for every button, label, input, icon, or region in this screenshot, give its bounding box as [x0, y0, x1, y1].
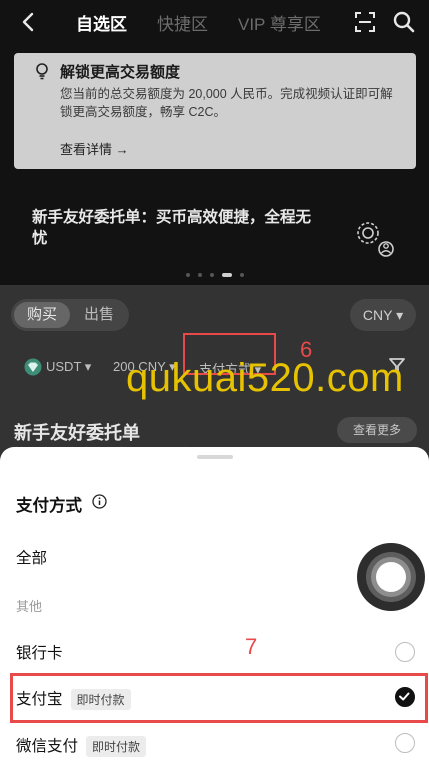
carousel-dot: [198, 272, 202, 277]
tab-favorites[interactable]: 自选区: [76, 10, 127, 35]
option-wechat-pay[interactable]: 微信支付 即时付款: [16, 734, 147, 758]
option-bank-card[interactable]: 银行卡: [16, 641, 63, 663]
radio-wechat-pay[interactable]: [395, 733, 415, 753]
option-all[interactable]: 全部: [16, 546, 47, 568]
notice-title: 解锁更高交易额度: [60, 64, 181, 81]
currency-select[interactable]: CNY ▾: [350, 299, 416, 331]
step-label-7: 7: [245, 634, 258, 659]
gears-illustration-icon: [357, 222, 394, 257]
promo-banner-text[interactable]: 新手友好委托单：买币高效便捷，全程无忧: [32, 207, 312, 249]
top-nav: 自选区 快捷区 VIP 尊享区: [0, 0, 429, 46]
entrust-title: 新手友好委托单: [14, 423, 140, 443]
info-icon[interactable]: [92, 494, 107, 509]
search-icon[interactable]: [392, 10, 416, 34]
radio-bank-card[interactable]: [395, 642, 415, 662]
carousel-dots: [186, 266, 252, 284]
carousel-dot-active: [222, 272, 232, 277]
option-bank-card-label: 银行卡: [16, 645, 63, 662]
highlight-box-alipay: [10, 673, 428, 723]
back-arrow-icon[interactable]: [18, 10, 40, 34]
carousel-dot: [240, 272, 244, 277]
option-wechat-pay-label: 微信支付: [16, 738, 79, 755]
currency-value: CNY: [362, 307, 393, 323]
usdt-icon: [24, 358, 42, 376]
assistive-touch-button[interactable]: [357, 543, 425, 611]
carousel-dot: [186, 272, 190, 277]
assistive-ring-inner: [376, 562, 406, 592]
buy-sell-toggle: 购买 出售: [11, 299, 129, 331]
asset-filter[interactable]: USDT ▾: [46, 359, 91, 375]
limit-notice-card: 解锁更高交易额度 您当前的总交易额度为 20,000 人民币。完成视频认证即可解…: [14, 53, 416, 169]
sell-tab[interactable]: 出售: [71, 302, 127, 328]
view-more-button[interactable]: 查看更多: [337, 417, 417, 443]
sheet-title: 支付方式: [16, 497, 82, 515]
lightbulb-icon: [36, 63, 48, 80]
notice-details-link[interactable]: 查看详情 →: [60, 139, 129, 158]
group-label-other: 其他: [16, 599, 43, 614]
instant-pay-tag: 即时付款: [86, 736, 147, 758]
notice-body: 您当前的总交易额度为 20,000 人民币。完成视频认证即可解锁更高交易额度，畅…: [60, 87, 393, 119]
scan-icon[interactable]: [354, 11, 376, 33]
carousel-dot: [210, 272, 214, 277]
tab-vip[interactable]: VIP 尊享区: [238, 10, 321, 35]
asset-filter-label: USDT: [46, 359, 82, 374]
watermark-text: qukuai520.com: [126, 356, 404, 400]
payment-method-sheet: 支付方式 全部 其他 银行卡 支付宝 即时付款 微信支付 即时付款 7: [0, 447, 429, 760]
sheet-drag-handle[interactable]: [197, 455, 233, 459]
top-section: 自选区 快捷区 VIP 尊享区 解锁更高交易额度 您当前的总交易额度为 20,0…: [0, 0, 429, 285]
buy-tab[interactable]: 购买: [14, 302, 70, 328]
tab-express[interactable]: 快捷区: [157, 10, 208, 35]
